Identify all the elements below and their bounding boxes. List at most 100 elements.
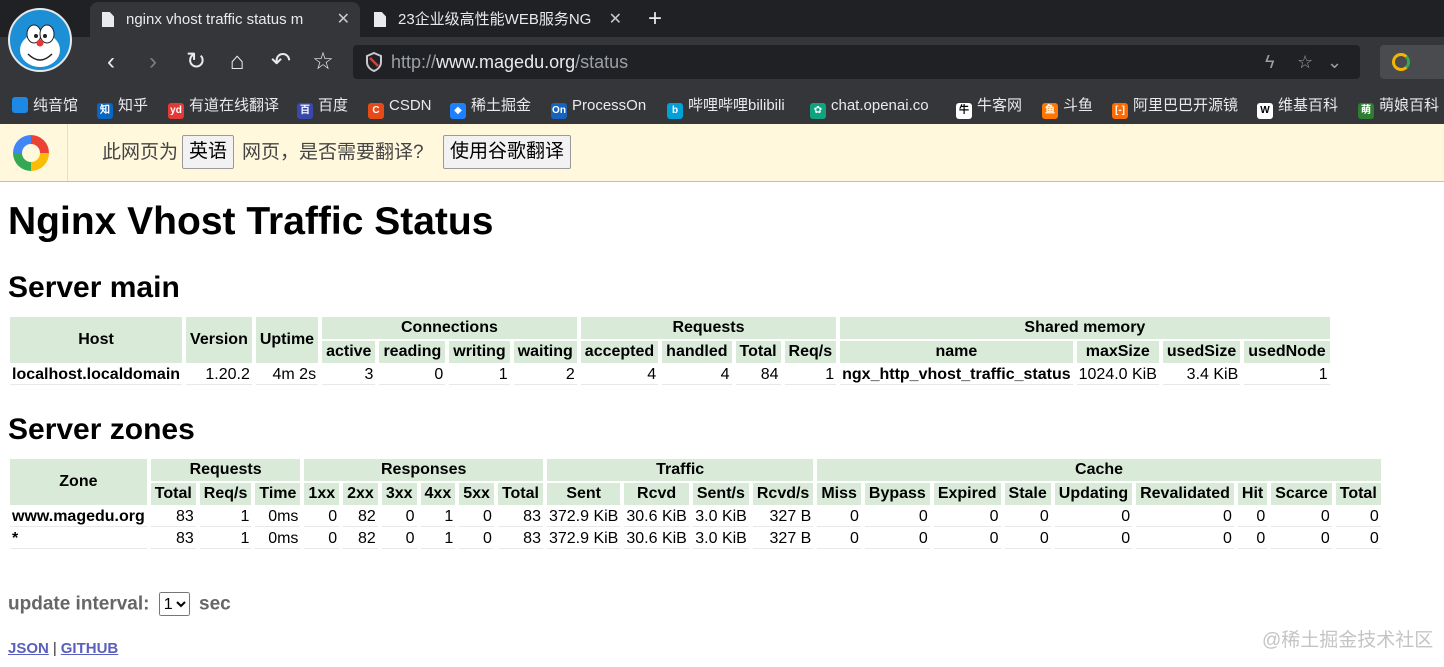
- col-traffic-1: Rcvd: [624, 483, 689, 505]
- col-group-cache: Cache: [817, 459, 1381, 481]
- table-cell: 0: [1335, 529, 1381, 549]
- bilibili-icon: b: [667, 103, 683, 119]
- server-main-heading: Server main: [8, 271, 180, 304]
- tab-nginx-course[interactable]: 23企业级高性能WEB服务NG ✕: [362, 2, 632, 37]
- bookmark-item[interactable]: 知知乎: [97, 87, 148, 124]
- forward-button[interactable]: ›: [138, 37, 168, 87]
- update-interval-unit: sec: [199, 593, 231, 615]
- col-waiting: waiting: [513, 341, 577, 363]
- back-button[interactable]: ‹: [96, 37, 126, 87]
- update-interval: update interval: 1 sec: [8, 592, 231, 616]
- cell-waiting: 2: [513, 365, 577, 385]
- table-cell: 83: [497, 529, 543, 549]
- table-cell: 372.9 KiB: [546, 507, 621, 527]
- cell-handled: 4: [662, 365, 732, 385]
- cell-shm-name: ngx_http_vhost_traffic_status: [840, 365, 1073, 385]
- table-cell: 30.6 KiB: [624, 529, 689, 549]
- bookmark-item[interactable]: W 维基百科: [1257, 87, 1338, 124]
- tab-title: 23企业级高性能WEB服务NG: [398, 11, 592, 28]
- baidu-icon: 百: [297, 103, 313, 119]
- bookmarks-bar: 纯音馆 知知乎 yd 有道在线翻译百百度 C CSDN ◆ 稀土掘金 On ProcessOn b 哔…: [0, 87, 1444, 124]
- cell-accepted: 4: [580, 365, 659, 385]
- col-zone: Zone: [10, 459, 147, 505]
- reload-button[interactable]: ↻: [181, 37, 211, 87]
- bookmark-item[interactable]: [-] 阿里巴巴开源镜: [1112, 87, 1238, 124]
- youdao-icon: yd: [168, 103, 184, 119]
- new-tab-button[interactable]: +: [648, 2, 662, 35]
- json-link[interactable]: JSON: [8, 640, 49, 657]
- browser-toolbar: ‹ › ↻ ⌂ ↶ ☆ http://www.magedu.org/status…: [0, 37, 1444, 87]
- bookmark-item[interactable]: C CSDN: [368, 87, 432, 124]
- table-cell: 83: [150, 529, 196, 549]
- lightning-icon[interactable]: ϟ: [1265, 45, 1275, 79]
- cell-zone: www.magedu.org: [10, 507, 147, 527]
- update-interval-select[interactable]: 1: [158, 592, 190, 616]
- col-writing: writing: [449, 341, 510, 363]
- music-icon: [12, 97, 28, 113]
- star-icon[interactable]: ☆: [1297, 45, 1313, 79]
- cell-total: 84: [735, 365, 781, 385]
- table-cell: 0: [933, 507, 1001, 527]
- close-icon[interactable]: ✕: [609, 2, 622, 37]
- bookmark-label: 萌娘百科: [1379, 97, 1440, 114]
- table-cell: 372.9 KiB: [546, 529, 621, 549]
- table-cell: 0: [817, 529, 861, 549]
- tab-title: nginx vhost traffic status m: [126, 11, 304, 28]
- close-icon[interactable]: ✕: [337, 2, 350, 37]
- col-responses-3: 4xx: [420, 483, 456, 505]
- table-cell: 82: [343, 529, 378, 549]
- bookmark-item[interactable]: ◆ 稀土掘金: [450, 87, 531, 124]
- github-link[interactable]: GITHUB: [61, 640, 119, 657]
- google-translate-button[interactable]: 使用谷歌翻译: [443, 135, 572, 169]
- table-row: * 83 1 0ms 0 82 0 1 0 83 372.9 KiB 30.6 KiB 3.0 KiB 3…: [10, 529, 1381, 549]
- col-cache-3: Stale: [1004, 483, 1051, 505]
- table-cell: 3.0 KiB: [692, 507, 749, 527]
- bookmark-item[interactable]: yd 有道在线翻译: [168, 87, 279, 124]
- csdn-icon: C: [368, 103, 384, 119]
- table-cell: 327 B: [752, 507, 814, 527]
- table-cell: 0: [459, 529, 494, 549]
- bookmark-item[interactable]: 萌萌娘百科: [1358, 87, 1439, 124]
- col-group-traffic: Traffic: [546, 459, 814, 481]
- translate-logo-cell: [0, 124, 68, 181]
- table-cell: 1: [199, 529, 252, 549]
- page-icon: [102, 12, 114, 27]
- col-used-size: usedSize: [1162, 341, 1241, 363]
- tab-nginx-status[interactable]: nginx vhost traffic status m ✕: [90, 2, 360, 37]
- table-cell: 0: [1237, 529, 1268, 549]
- chevron-down-icon[interactable]: ⌄: [1327, 45, 1342, 79]
- cell-version: 1.20.2: [186, 365, 252, 385]
- undo-close-button[interactable]: ↶: [266, 37, 296, 87]
- table-cell: 0: [1004, 529, 1051, 549]
- address-bar[interactable]: http://www.magedu.org/status ϟ ☆ ⌄: [353, 45, 1360, 79]
- bookmark-label: 纯音馆: [33, 97, 79, 114]
- col-reqs: Req/s: [784, 341, 837, 363]
- bookmark-label: CSDN: [389, 97, 432, 114]
- col-responses-0: 1xx: [304, 483, 340, 505]
- table-cell: 0: [1271, 507, 1332, 527]
- profile-avatar[interactable]: [8, 8, 72, 72]
- wikipedia-icon: W: [1257, 103, 1273, 119]
- extension-button[interactable]: [1380, 45, 1444, 79]
- home-button[interactable]: ⌂: [222, 37, 252, 87]
- bookmark-item[interactable]: ✿ chat.openai.co: [810, 87, 929, 124]
- col-traffic-0: Sent: [546, 483, 621, 505]
- table-cell: 0ms: [255, 529, 301, 549]
- bookmark-item[interactable]: 纯音馆: [12, 87, 78, 124]
- cell-used-node: 1: [1244, 365, 1330, 385]
- translate-bar: 此网页为 英语 网页，是否需要翻译? 使用谷歌翻译: [0, 124, 1444, 182]
- bookmark-item[interactable]: b 哔哩哔哩bilibili: [667, 87, 785, 124]
- bookmark-item[interactable]: On ProcessOn: [551, 87, 646, 124]
- bookmark-star-button[interactable]: ☆: [308, 37, 338, 87]
- aliyun-icon: [-]: [1112, 103, 1128, 119]
- cell-zone: *: [10, 529, 147, 549]
- bookmark-label: chat.openai.co: [831, 97, 929, 114]
- bookmark-item[interactable]: 百百度: [297, 87, 348, 124]
- language-button[interactable]: 英语: [182, 135, 235, 169]
- bookmark-item[interactable]: 牛牛客网: [956, 87, 1022, 124]
- page-title: Nginx Vhost Traffic Status: [8, 200, 494, 243]
- table-cell: 0: [459, 507, 494, 527]
- table-cell: 83: [150, 507, 196, 527]
- browser-logo-icon: [13, 135, 49, 171]
- bookmark-item[interactable]: 鱼斗鱼: [1042, 87, 1093, 124]
